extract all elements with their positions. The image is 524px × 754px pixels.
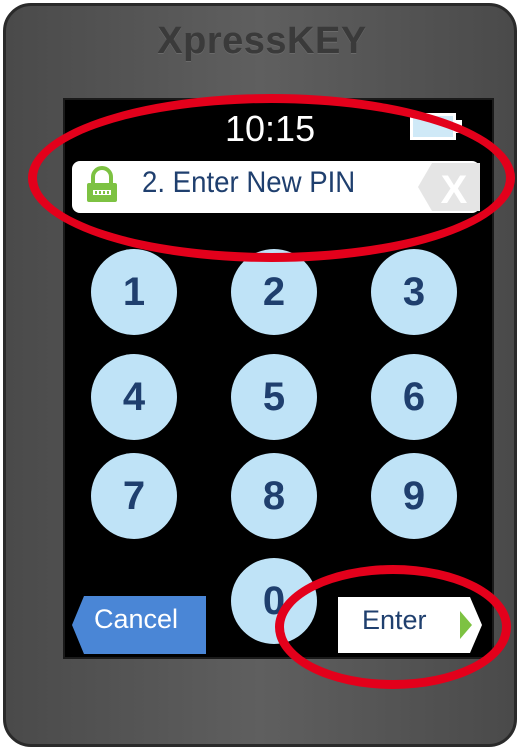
battery-icon — [410, 113, 456, 140]
key-8[interactable]: 8 — [231, 453, 317, 539]
key-2[interactable]: 2 — [231, 249, 317, 335]
key-5[interactable]: 5 — [231, 354, 317, 440]
key-1[interactable]: 1 — [91, 249, 177, 335]
cancel-button-label: Cancel — [94, 604, 179, 634]
key-9[interactable]: 9 — [371, 453, 457, 539]
key-0[interactable]: 0 — [231, 558, 317, 644]
key-6[interactable]: 6 — [371, 354, 457, 440]
enter-button-label: Enter — [362, 605, 427, 635]
brand-logo: XpressKEY — [157, 20, 367, 62]
key-4[interactable]: 4 — [91, 354, 177, 440]
pin-prompt-text: 2. Enter New PIN — [142, 166, 356, 199]
svg-text:X: X — [441, 168, 468, 211]
lock-icon — [87, 166, 117, 202]
key-3[interactable]: 3 — [371, 249, 457, 335]
clock: 10:15 — [225, 108, 316, 149]
clear-x-icon[interactable]: X — [418, 163, 480, 211]
key-7[interactable]: 7 — [91, 453, 177, 539]
battery-tip — [456, 120, 462, 133]
